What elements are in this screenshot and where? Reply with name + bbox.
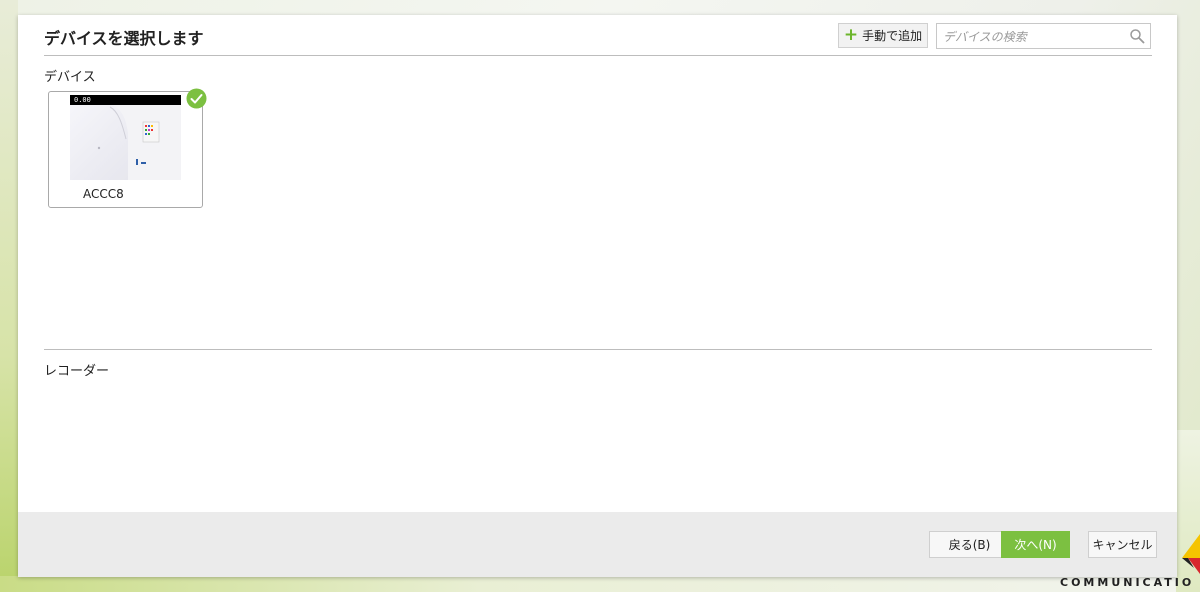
device-thumbnail: 0.00 [70, 95, 181, 180]
cancel-button[interactable]: キャンセル [1088, 531, 1157, 558]
devices-section-label: デバイス [44, 70, 96, 85]
background-left-gradient [0, 0, 18, 592]
section-divider [44, 349, 1152, 350]
thumbnail-image [97, 105, 181, 180]
check-icon [186, 88, 207, 109]
recorders-section-label: レコーダー [44, 364, 110, 379]
back-button[interactable]: 戻る(B) [929, 531, 1010, 558]
brand-text: COMMUNICATIO [1060, 576, 1195, 589]
search-icon[interactable] [1129, 28, 1145, 44]
next-button[interactable]: 次へ(N) [1001, 531, 1070, 558]
add-manual-label: 手動で追加 [862, 29, 923, 43]
search-input[interactable] [941, 26, 1125, 48]
header-divider [44, 55, 1152, 56]
device-name: ACCC8 [83, 187, 124, 201]
search-box[interactable] [936, 23, 1151, 49]
select-device-dialog: デバイスを選択します + 手動で追加 デバイス 0.00 [18, 15, 1177, 577]
dialog-footer: 戻る(B) 次へ(N) キャンセル [18, 512, 1177, 577]
device-card[interactable]: 0.00 ACCC8 [48, 91, 203, 208]
brand-logo-icon [1182, 534, 1200, 574]
background-bottom-gradient [0, 576, 1200, 592]
add-manual-button[interactable]: + 手動で追加 [838, 23, 928, 48]
plus-icon: + [843, 25, 859, 45]
dialog-title: デバイスを選択します [44, 29, 204, 48]
